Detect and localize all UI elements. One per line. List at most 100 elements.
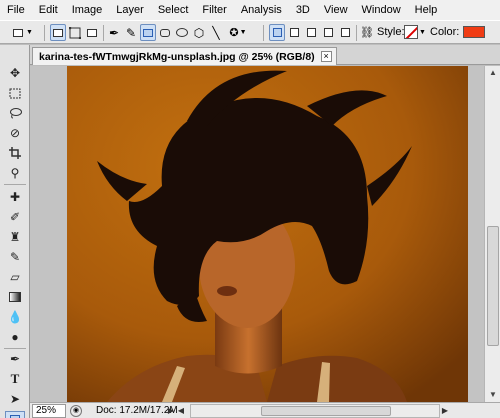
link-icon: ⛓ — [360, 27, 374, 39]
document-tab[interactable]: karina-tes-fWTmwgjRkMg-unsplash.jpg @ 25… — [32, 47, 337, 65]
menu-window[interactable]: Window — [355, 0, 408, 20]
lasso-icon — [9, 108, 22, 119]
no-style-swatch — [404, 25, 418, 39]
horizontal-scroll-thumb[interactable] — [261, 405, 391, 416]
path-selection-tool[interactable]: ➤ — [5, 391, 25, 407]
clone-stamp-tool[interactable]: ♜ — [5, 229, 25, 245]
rectangle-tool[interactable] — [5, 411, 25, 418]
add-mode-button[interactable] — [286, 24, 302, 41]
separator — [103, 25, 104, 41]
menu-image[interactable]: Image — [65, 0, 110, 20]
color-label: Color: — [430, 26, 460, 38]
subtract-mode-button[interactable] — [303, 24, 319, 41]
custom-shape-button[interactable]: ✪ ▼ — [226, 24, 250, 41]
pen-icon: ✒ — [9, 352, 21, 366]
rectangle-icon — [143, 28, 153, 37]
paths-button[interactable] — [67, 24, 83, 41]
zoom-field[interactable]: 25% — [32, 403, 66, 418]
intersect-mode-icon — [323, 28, 333, 37]
dropdown-arrow-icon[interactable]: ▼ — [419, 24, 426, 41]
status-menu-arrow-icon[interactable]: ▶ — [166, 406, 176, 415]
menu-3d[interactable]: 3D — [289, 0, 317, 20]
bandage-icon: ✚ — [9, 190, 21, 204]
menu-view[interactable]: View — [317, 0, 355, 20]
canvas-area[interactable] — [30, 66, 484, 402]
move-tool[interactable]: ✥ — [5, 65, 25, 81]
gradient-tool[interactable] — [5, 289, 25, 305]
brush-tool[interactable]: ✐ — [5, 209, 25, 225]
portrait-photo — [67, 66, 468, 402]
dodge-tool[interactable]: ● — [5, 329, 25, 345]
color-picker[interactable] — [463, 26, 485, 43]
vertical-scrollbar[interactable]: ▲ ▼ — [484, 66, 500, 402]
pen-tool[interactable]: ✒ — [5, 351, 25, 367]
quick-selection-tool[interactable]: ⊘ — [5, 125, 25, 141]
new-layer-mode-button[interactable] — [269, 24, 285, 41]
history-brush-tool[interactable]: ✎ — [5, 249, 25, 265]
paths-icon — [69, 26, 81, 39]
photo-canvas[interactable] — [67, 66, 468, 402]
document-title: karina-tes-fWTmwgjRkMg-unsplash.jpg @ 25… — [39, 50, 315, 63]
stamp-icon: ♜ — [9, 230, 21, 244]
eraser-tool[interactable]: ▱ — [5, 269, 25, 285]
intersect-mode-button[interactable] — [320, 24, 336, 41]
menu-file[interactable]: File — [0, 0, 32, 20]
blur-drop-icon: 💧 — [7, 310, 23, 324]
tool-preset-picker[interactable]: ▼ — [10, 24, 36, 41]
dodge-icon: ● — [11, 330, 19, 344]
type-tool[interactable]: T — [5, 371, 25, 387]
crop-tool[interactable] — [5, 145, 25, 161]
line-tool-button[interactable]: ╲ — [208, 24, 224, 41]
menu-filter[interactable]: Filter — [195, 0, 233, 20]
separator — [263, 25, 264, 41]
pen-tool-button[interactable]: ✒ — [106, 24, 122, 41]
eraser-icon: ▱ — [10, 270, 20, 284]
options-bar: ▼ ✒ ✎ ⬡ ╲ ✪ ▼ ⛓ Style: ▼ Color: — [0, 20, 500, 44]
fill-pixels-button[interactable] — [84, 24, 100, 41]
ellipse-icon — [176, 28, 188, 37]
scroll-down-arrow-icon[interactable]: ▼ — [485, 388, 500, 402]
menu-help[interactable]: Help — [408, 0, 445, 20]
freeform-pen-button[interactable]: ✎ — [123, 24, 139, 41]
scroll-right-arrow-icon[interactable]: ▶ — [440, 406, 450, 415]
rectangle-tool-button[interactable] — [140, 24, 156, 41]
rounded-rectangle-button[interactable] — [157, 24, 173, 41]
move-icon: ✥ — [9, 66, 21, 80]
blur-tool[interactable]: 💧 — [5, 309, 25, 325]
color-swatch — [463, 26, 485, 38]
polygon-tool-button[interactable]: ⬡ — [191, 24, 207, 41]
eyedropper-tool[interactable]: ⚲ — [5, 165, 25, 181]
menu-edit[interactable]: Edit — [32, 0, 65, 20]
style-picker[interactable] — [404, 25, 418, 42]
lasso-tool[interactable] — [5, 105, 25, 121]
add-mode-icon — [289, 28, 299, 37]
menu-analysis[interactable]: Analysis — [234, 0, 289, 20]
menu-layer[interactable]: Layer — [109, 0, 151, 20]
custom-shape-icon: ✪ — [229, 27, 239, 39]
document-size: Doc: 17.2M/17.2M — [96, 405, 178, 416]
quick-selection-icon: ⊘ — [9, 126, 21, 140]
exclude-mode-button[interactable] — [337, 24, 353, 41]
fill-pixels-icon — [87, 28, 97, 37]
history-brush-icon: ✎ — [9, 250, 21, 264]
scroll-up-arrow-icon[interactable]: ▲ — [485, 66, 500, 80]
status-bar: 25% ◉ Doc: 17.2M/17.2M ▶ ◀ ▶ — [30, 402, 500, 418]
close-tab-icon[interactable]: × — [320, 51, 332, 62]
marquee-tool[interactable] — [5, 85, 25, 101]
separator — [356, 25, 357, 41]
document-tab-bar: karina-tes-fWTmwgjRkMg-unsplash.jpg @ 25… — [30, 45, 500, 65]
vertical-scroll-thumb[interactable] — [487, 226, 499, 346]
line-icon: ╲ — [212, 25, 220, 40]
toolbox: ✥ ⊘ ⚲ ✚ ✐ ♜ ✎ ▱ 💧 ● ✒ T ➤ — [0, 45, 30, 418]
shape-layers-button[interactable] — [50, 24, 66, 41]
status-info-icon[interactable]: ◉ — [70, 404, 82, 417]
menu-select[interactable]: Select — [151, 0, 196, 20]
subtract-mode-icon — [306, 28, 316, 37]
link-style-button[interactable]: ⛓ — [359, 24, 375, 41]
horizontal-scrollbar[interactable] — [190, 403, 440, 418]
eyedropper-icon: ⚲ — [10, 166, 20, 180]
healing-brush-tool[interactable]: ✚ — [5, 189, 25, 205]
separator — [4, 348, 26, 349]
ellipse-tool-button[interactable] — [174, 24, 190, 41]
scroll-left-arrow-icon[interactable]: ◀ — [176, 406, 186, 415]
